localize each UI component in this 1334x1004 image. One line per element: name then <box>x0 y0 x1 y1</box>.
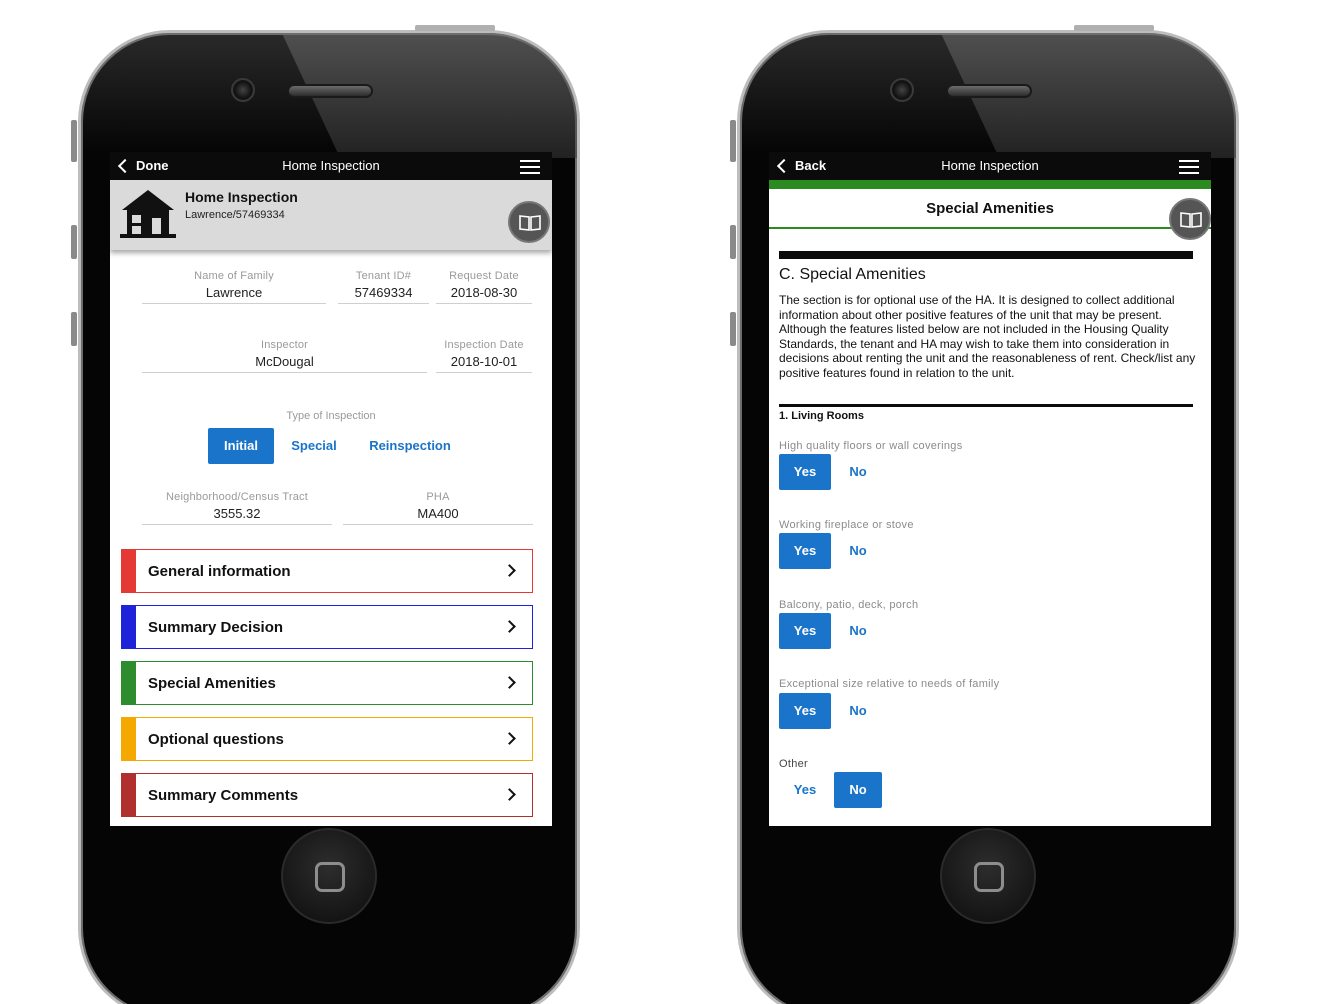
front-camera <box>231 78 255 102</box>
yes-button[interactable]: Yes <box>779 454 831 490</box>
header-subtitle: Lawrence/57469334 <box>185 209 285 221</box>
earpiece-speaker <box>287 84 373 98</box>
no-button[interactable]: No <box>832 693 884 729</box>
no-button[interactable]: No <box>832 613 884 649</box>
navbar: Back Home Inspection <box>769 152 1211 180</box>
volume-up-button <box>730 225 736 259</box>
hamburger-menu-icon[interactable] <box>1179 160 1199 174</box>
chevron-right-icon <box>503 676 516 689</box>
inspector-field[interactable]: Inspector McDougal <box>142 339 427 373</box>
chevron-right-icon <box>503 788 516 801</box>
inspection-header: Home Inspection Lawrence/57469334 <box>110 180 552 250</box>
no-button[interactable]: No <box>832 533 884 569</box>
type-reinspection-button[interactable]: Reinspection <box>364 428 456 464</box>
question-label: Balcony, patio, deck, porch <box>779 599 919 611</box>
no-button[interactable]: No <box>834 772 882 808</box>
book-icon <box>519 215 541 231</box>
green-accent-bar <box>769 180 1211 189</box>
section-optional-questions[interactable]: Optional questions <box>121 717 533 761</box>
chevron-right-icon <box>503 620 516 633</box>
type-initial-button[interactable]: Initial <box>208 428 274 464</box>
left-screen: Done Home Inspection Home Inspection Law… <box>110 152 552 826</box>
power-button <box>1074 25 1154 31</box>
hamburger-menu-icon[interactable] <box>520 160 540 174</box>
question-label: Other <box>779 758 809 770</box>
navbar-title: Home Inspection <box>941 158 1039 173</box>
volume-up-button <box>71 225 77 259</box>
page-title: Special Amenities <box>769 189 1211 229</box>
header-title: Home Inspection <box>185 189 298 205</box>
census-tract-field[interactable]: Neighborhood/Census Tract 3555.32 <box>142 491 332 525</box>
right-screen: Back Home Inspection Special Amenities C… <box>769 152 1211 826</box>
tenant-id-field[interactable]: Tenant ID# 57469334 <box>338 270 429 304</box>
request-date-field[interactable]: Request Date 2018-08-30 <box>436 270 532 304</box>
front-camera <box>890 78 914 102</box>
navbar-title: Home Inspection <box>282 158 380 173</box>
question-label: Exceptional size relative to needs of fa… <box>779 678 1000 690</box>
section-general-information[interactable]: General information <box>121 549 533 593</box>
book-button[interactable] <box>1169 198 1211 240</box>
inspection-fields: Name of Family Lawrence Tenant ID# 57469… <box>110 250 552 540</box>
navbar: Done Home Inspection <box>110 152 552 180</box>
subsection-title: 1. Living Rooms <box>779 410 864 422</box>
question-label: Working fireplace or stove <box>779 519 914 531</box>
chevron-right-icon <box>503 564 516 577</box>
earpiece-speaker <box>946 84 1032 98</box>
yes-button[interactable]: Yes <box>779 772 831 808</box>
yes-button[interactable]: Yes <box>779 533 831 569</box>
chevron-right-icon <box>503 732 516 745</box>
house-icon <box>120 190 176 238</box>
section-description: The section is for optional use of the H… <box>779 293 1196 380</box>
section-summary-comments[interactable]: Summary Comments <box>121 773 533 817</box>
type-special-button[interactable]: Special <box>284 428 344 464</box>
yes-button[interactable]: Yes <box>779 693 831 729</box>
divider <box>779 251 1193 259</box>
section-special-amenities[interactable]: Special Amenities <box>121 661 533 705</box>
mute-switch <box>71 120 77 162</box>
volume-down-button <box>71 312 77 346</box>
power-button <box>415 25 495 31</box>
book-icon <box>1180 212 1202 228</box>
pha-field[interactable]: PHA MA400 <box>343 491 533 525</box>
section-summary-decision[interactable]: Summary Decision <box>121 605 533 649</box>
no-button[interactable]: No <box>832 454 884 490</box>
section-title: C. Special Amenities <box>779 266 926 283</box>
inspection-type-label: Type of Inspection <box>286 410 376 422</box>
divider <box>779 404 1193 407</box>
book-button[interactable] <box>508 201 550 243</box>
volume-down-button <box>730 312 736 346</box>
inspection-date-field[interactable]: Inspection Date 2018-10-01 <box>436 339 532 373</box>
yes-button[interactable]: Yes <box>779 613 831 649</box>
family-field[interactable]: Name of Family Lawrence <box>142 270 326 304</box>
question-label: High quality floors or wall coverings <box>779 440 963 452</box>
mute-switch <box>730 120 736 162</box>
home-button[interactable] <box>281 828 377 924</box>
home-button[interactable] <box>940 828 1036 924</box>
